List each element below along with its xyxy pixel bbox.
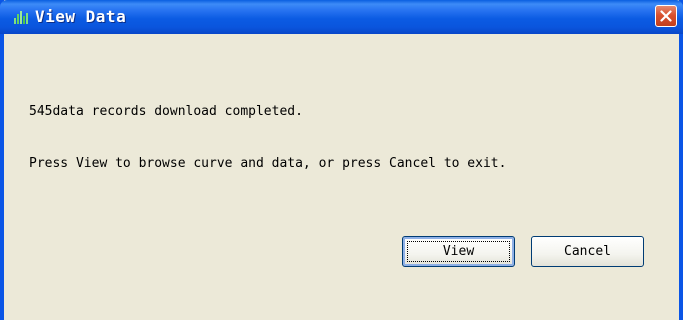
close-button[interactable] bbox=[655, 5, 677, 27]
window-title: View Data bbox=[35, 7, 127, 26]
view-button-label: View bbox=[442, 244, 475, 259]
instruction-message: Press View to browse curve and data, or … bbox=[29, 156, 507, 171]
dialog-body: 545data records download completed. Pres… bbox=[4, 34, 679, 320]
title-bar[interactable]: View Data bbox=[0, 0, 683, 34]
view-data-dialog: View Data 545data records download compl… bbox=[0, 0, 683, 320]
bar-chart-icon bbox=[14, 11, 28, 24]
cancel-button-label: Cancel bbox=[564, 244, 611, 259]
close-icon bbox=[660, 10, 672, 22]
cancel-button[interactable]: Cancel bbox=[531, 236, 644, 267]
view-button[interactable]: View bbox=[402, 236, 515, 267]
download-complete-message: 545data records download completed. bbox=[29, 104, 303, 119]
